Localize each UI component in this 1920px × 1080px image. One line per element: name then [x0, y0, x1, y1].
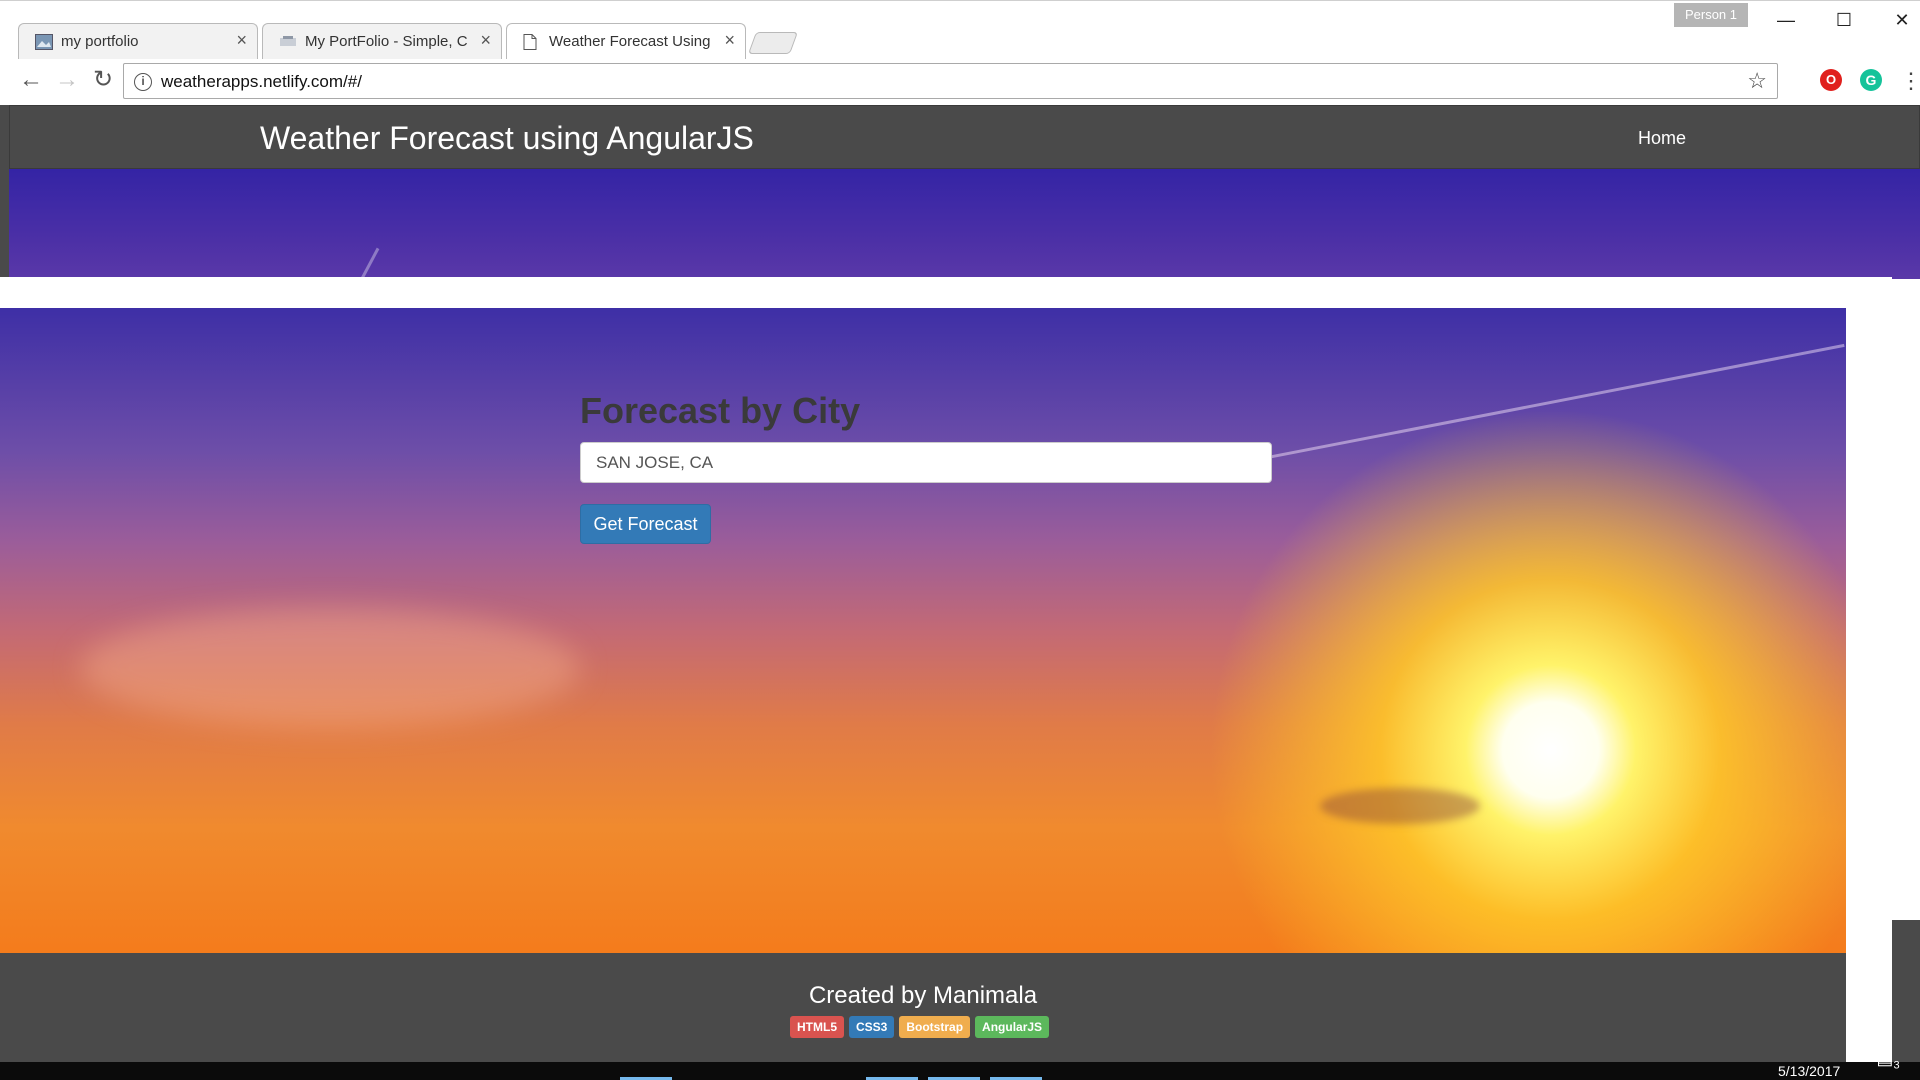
image-favicon-icon: [35, 34, 53, 50]
tech-badges: HTML5 CSS3 Bootstrap AngularJS: [790, 1016, 1054, 1038]
maximize-icon[interactable]: ☐: [1824, 5, 1864, 35]
tab-my-portfolio-simple[interactable]: My PortFolio - Simple, Cl ×: [262, 23, 502, 59]
bookmark-star-icon[interactable]: ☆: [1747, 68, 1767, 94]
reload-icon[interactable]: ↻: [88, 65, 118, 95]
info-icon[interactable]: i: [134, 73, 152, 91]
windows-taskbar: 5/13/2017 ▤3: [0, 1048, 1920, 1080]
badge-angularjs: AngularJS: [975, 1016, 1050, 1038]
badge-html5: HTML5: [790, 1016, 844, 1038]
forward-arrow-icon[interactable]: →: [52, 65, 82, 95]
sky-cloud: [1320, 788, 1480, 824]
footer-credit: Created by Manimala: [808, 982, 1038, 1009]
hero-jumbotron: Forecast by City Get Forecast: [0, 308, 1846, 958]
web-page: Weather Forecast using AngularJS Home Fo…: [0, 105, 1920, 1062]
tab-weather-forecast[interactable]: Weather Forecast Using A ×: [506, 23, 746, 59]
close-window-icon[interactable]: ✕: [1882, 5, 1920, 35]
profile-badge[interactable]: Person 1: [1674, 3, 1748, 27]
more-menu-icon[interactable]: ⋮: [1900, 67, 1920, 95]
grammarly-extension-icon[interactable]: G: [1860, 69, 1882, 91]
back-arrow-icon[interactable]: ←: [16, 65, 46, 95]
get-forecast-button[interactable]: Get Forecast: [580, 504, 711, 544]
footer: Created by Manimala HTML5 CSS3 Bootstrap An…: [0, 953, 1846, 1062]
portfolio-favicon-icon: [279, 34, 297, 50]
tab-my-portfolio[interactable]: my portfolio ×: [18, 23, 258, 59]
close-icon[interactable]: ×: [724, 31, 735, 49]
action-center-icon[interactable]: ▤3: [1866, 1048, 1910, 1080]
url-text[interactable]: weatherapps.netlify.com/#/: [161, 72, 362, 92]
form-title: Forecast by City: [580, 390, 861, 431]
close-icon[interactable]: ×: [236, 31, 247, 49]
tab-strip: my portfolio × My PortFolio - Simple, Cl…: [0, 1, 1920, 59]
taskbar-clock[interactable]: 5/13/2017: [1778, 1063, 1840, 1079]
nav-link-home[interactable]: Home: [1638, 128, 1686, 149]
navbar-brand[interactable]: Weather Forecast using AngularJS: [260, 120, 754, 157]
opera-extension-icon[interactable]: O: [1820, 69, 1842, 91]
badge-css3: CSS3: [849, 1016, 895, 1038]
close-icon[interactable]: ×: [480, 31, 491, 49]
minimize-icon[interactable]: —: [1766, 5, 1806, 35]
navbar: Weather Forecast using AngularJS Home: [9, 105, 1920, 169]
browser-toolbar: ← → ↻ i weatherapps.netlify.com/#/ ☆ O G…: [0, 59, 1920, 106]
right-edge-strip: [1892, 920, 1920, 1062]
sky-contrail: [1235, 343, 1845, 466]
forecast-form: Forecast by City Get Forecast: [580, 390, 1272, 544]
left-edge-strip: [0, 105, 9, 277]
address-bar[interactable]: i weatherapps.netlify.com/#/ ☆: [123, 63, 1778, 99]
new-tab-button[interactable]: [747, 32, 799, 54]
sky-cloud: [80, 608, 580, 728]
tab-title: My PortFolio - Simple, Cl: [305, 33, 467, 50]
hero-background-top: [9, 169, 1920, 404]
tab-title: my portfolio: [61, 33, 139, 50]
notification-count: 3: [1893, 1059, 1900, 1072]
badge-bootstrap: Bootstrap: [899, 1016, 971, 1038]
city-input[interactable]: [580, 442, 1272, 483]
browser-chrome: my portfolio × My PortFolio - Simple, Cl…: [0, 0, 1920, 106]
page-icon: [523, 34, 541, 50]
tab-title: Weather Forecast Using A: [549, 33, 711, 50]
